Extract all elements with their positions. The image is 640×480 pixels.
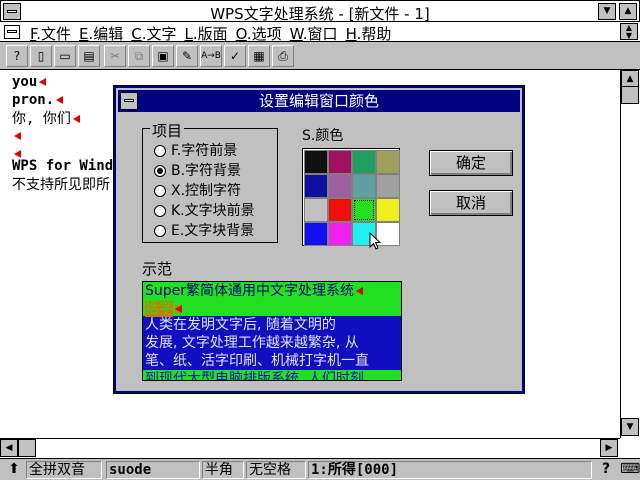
demo-block-line: 人类在发明文字后, 随着文明的 — [145, 317, 336, 333]
vertical-scrollbar[interactable]: ▲ ▼ — [620, 70, 640, 438]
paragraph-mark-icon — [14, 132, 21, 140]
print-icon[interactable]: ⎙ — [272, 45, 294, 67]
keyboard-icon[interactable]: ⌨ — [618, 461, 640, 479]
demo-block-line: 发展, 文字处理工作越来越繁杂, 从 — [145, 335, 359, 351]
color-swatch[interactable] — [304, 150, 328, 174]
color-swatch[interactable] — [352, 198, 376, 222]
doc-line: 你, 你们 — [12, 108, 80, 128]
help-icon[interactable]: ? — [596, 461, 614, 479]
menu-options[interactable]: O.选项 — [236, 23, 290, 44]
radio-char-foreground[interactable]: F.字符前景 — [154, 140, 237, 159]
item-group-label: 项目 — [150, 120, 185, 141]
demo-preview: Super繁简体通用中文字处理系统 括字 人类在发明文字后, 随着文明的 发展,… — [142, 281, 402, 381]
menu-text[interactable]: C.文字 — [131, 23, 184, 44]
new-file-icon[interactable]: ▯ — [30, 45, 52, 67]
document-menu-button[interactable] — [4, 25, 20, 39]
paragraph-mark-icon — [175, 305, 182, 313]
demo-line: Super繁简体通用中文字处理系统 — [143, 282, 401, 300]
scroll-thumb[interactable] — [621, 86, 639, 104]
menu-help[interactable]: H.帮助 — [346, 23, 400, 44]
color-settings-dialog: 设置编辑窗口颜色 项目 F.字符前景 B.字符背景 X.控制字符 K.文字块前景… — [114, 86, 524, 393]
doc-line: WPS for Windo — [12, 158, 122, 174]
radio-icon — [154, 205, 166, 217]
menu-layout[interactable]: L.版面 — [185, 23, 236, 44]
scroll-right-icon[interactable]: ▶ — [600, 439, 618, 457]
color-palette — [302, 148, 400, 246]
scroll-down-icon[interactable]: ▼ — [621, 418, 639, 436]
width-status[interactable]: 半角 — [202, 461, 244, 479]
radio-control-char[interactable]: X.控制字符 — [154, 180, 241, 199]
demo-line: 到现代大型电脑排版系统, 人们时刻 — [143, 370, 401, 380]
doc-line — [12, 128, 21, 144]
color-swatch[interactable] — [304, 174, 328, 198]
format-icon[interactable]: ✎ — [176, 45, 198, 67]
hscroll-thumb[interactable] — [18, 439, 36, 457]
color-swatch[interactable] — [328, 150, 352, 174]
radio-icon — [154, 145, 166, 157]
color-swatch[interactable] — [376, 198, 400, 222]
demo-block: 人类在发明文字后, 随着文明的 发展, 文字处理工作越来越繁杂, 从 — [143, 316, 401, 352]
radio-char-background[interactable]: B.字符背景 — [154, 160, 241, 179]
calculator-icon[interactable]: ▦ — [248, 45, 270, 67]
menu-file[interactable]: F.文件 — [30, 23, 79, 44]
window-title: WPS文字处理系统 - [新文件 - 1] — [210, 5, 430, 23]
minimize-button[interactable]: ▼ — [598, 3, 616, 20]
demo-label: 示范 — [142, 260, 173, 278]
color-swatch[interactable] — [376, 150, 400, 174]
menu-window[interactable]: W.窗口 — [290, 23, 346, 44]
ok-button[interactable]: 确定 — [429, 150, 513, 176]
demo-line: 括字 — [143, 300, 401, 317]
help-icon[interactable]: ? — [6, 45, 28, 67]
maximize-button[interactable]: ▲ — [619, 3, 637, 20]
color-swatch[interactable] — [328, 222, 352, 246]
spacing-status[interactable]: 无空格 — [246, 461, 306, 479]
input-method-icon[interactable]: ⬆ — [2, 461, 24, 479]
cancel-button[interactable]: 取消 — [429, 190, 513, 216]
save-icon[interactable]: ▤ — [78, 45, 100, 67]
menu-edit[interactable]: E.编辑 — [79, 23, 131, 44]
input-code: suode — [106, 461, 200, 479]
color-swatch[interactable] — [328, 174, 352, 198]
toolbar: ? ▯ ▭ ▤ ✂ ⧉ ▣ ✎ A→B ✓ ▦ ⎙ — [0, 42, 640, 70]
horizontal-scrollbar[interactable]: ◀ ▶ — [0, 438, 620, 458]
paragraph-mark-icon — [72, 115, 80, 123]
dialog-title: 设置编辑窗口颜色 — [118, 90, 520, 112]
scroll-left-icon[interactable]: ◀ — [0, 439, 18, 457]
radio-icon — [154, 185, 166, 197]
doc-line: you — [12, 74, 47, 90]
paste-icon[interactable]: ▣ — [152, 45, 174, 67]
copy-icon[interactable]: ⧉ — [128, 45, 150, 67]
cut-icon[interactable]: ✂ — [104, 45, 126, 67]
paragraph-mark-icon — [14, 150, 21, 158]
paragraph-mark-icon — [56, 96, 64, 104]
doc-line: 不支持所见即所 — [12, 177, 110, 193]
open-file-icon[interactable]: ▭ — [54, 45, 76, 67]
menu-bar: F.文件 E.编辑 C.文字 L.版面 O.选项 W.窗口 H.帮助 ▲ ▼ — [0, 22, 640, 44]
radio-icon — [154, 165, 166, 177]
radio-icon — [154, 225, 166, 237]
paragraph-mark-icon — [39, 78, 47, 86]
status-bar: ⬆ 全拼双音 suode 半角 无空格 1:所得[000] ? ⌨ — [0, 458, 640, 480]
spell-check-icon[interactable]: ✓ — [224, 45, 246, 67]
color-label: S.颜色 — [302, 128, 344, 144]
candidate-list[interactable]: 1:所得[000] — [308, 461, 592, 479]
dialog-system-menu[interactable] — [120, 92, 138, 110]
radio-block-foreground[interactable]: K.文字块前景 — [154, 200, 255, 219]
mouse-pointer-icon — [369, 232, 382, 250]
color-swatch[interactable] — [352, 150, 376, 174]
color-swatch[interactable] — [376, 174, 400, 198]
color-swatch[interactable] — [304, 222, 328, 246]
color-swatch[interactable] — [352, 174, 376, 198]
replace-icon[interactable]: A→B — [200, 45, 222, 67]
input-method-status[interactable]: 全拼双音 — [26, 461, 102, 479]
color-swatch[interactable] — [304, 198, 328, 222]
demo-block-line: 笔、纸、活字印刷、机械打字机一直 — [143, 352, 401, 370]
title-bar: WPS文字处理系统 - [新文件 - 1] ▼ ▲ — [0, 0, 640, 23]
doc-line: pron. — [12, 92, 64, 108]
radio-block-background[interactable]: E.文字块背景 — [154, 220, 254, 239]
color-swatch[interactable] — [328, 198, 352, 222]
restore-button[interactable]: ▲ ▼ — [620, 23, 638, 40]
paragraph-mark-icon — [356, 287, 364, 295]
